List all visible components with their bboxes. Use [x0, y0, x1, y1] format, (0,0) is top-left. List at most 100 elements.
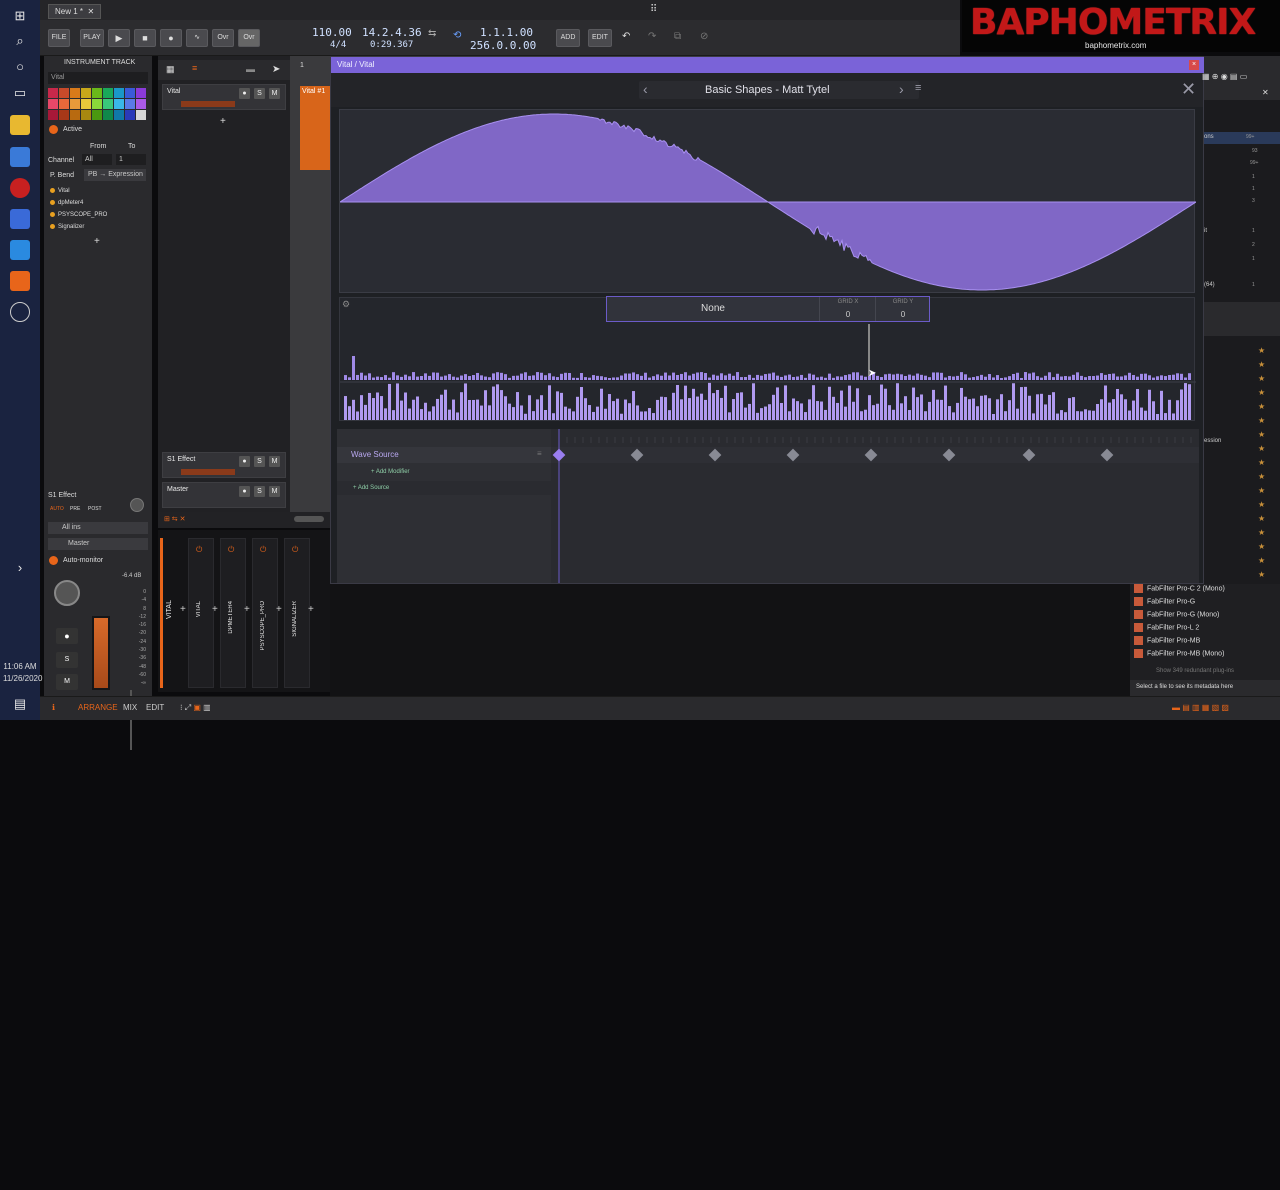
prev-preset-icon[interactable]: ‹ [643, 81, 648, 97]
harmonic-phase-bar[interactable] [460, 392, 463, 420]
harmonic-magnitude-bar[interactable] [1004, 377, 1007, 380]
harmonic-magnitude-bar[interactable] [600, 376, 603, 380]
harmonic-magnitude-bar[interactable] [732, 376, 735, 380]
harmonic-magnitude-bar[interactable] [492, 373, 495, 380]
favorite-star-icon[interactable]: ★ [1258, 416, 1265, 425]
harmonic-phase-bar[interactable] [512, 407, 515, 420]
harmonic-magnitude-bar[interactable] [668, 375, 671, 380]
harmonic-magnitude-bar[interactable] [376, 377, 379, 380]
notifications-icon[interactable]: ▤ [10, 694, 30, 714]
favorite-star-icon[interactable]: ★ [1258, 500, 1265, 509]
harmonic-magnitude-bar[interactable] [508, 378, 511, 380]
harmonic-magnitude-bar[interactable] [1172, 375, 1175, 380]
harmonic-magnitude-bar[interactable] [1168, 375, 1171, 380]
harmonic-magnitude-bar[interactable] [564, 373, 567, 380]
track-row-vital[interactable]: Vital ● S M [162, 84, 286, 110]
harmonic-phase-bar[interactable] [648, 408, 651, 420]
harmonic-magnitude-bar[interactable] [412, 372, 415, 380]
harmonic-magnitude-bar[interactable] [1020, 378, 1023, 380]
harmonic-magnitude-bar[interactable] [828, 374, 831, 380]
show-redundant-link[interactable]: Show 349 redundant plug-ins [1156, 668, 1234, 674]
favorite-star-icon[interactable]: ★ [1258, 472, 1265, 481]
redo-icon[interactable]: ↷ [648, 31, 656, 42]
harmonic-magnitude-bar[interactable] [712, 375, 715, 380]
harmonic-magnitude-bar[interactable] [544, 375, 547, 380]
play-mode-button[interactable]: PLAY [80, 29, 104, 47]
harmonic-phase-bar[interactable] [812, 385, 815, 420]
harmonic-magnitude-bar[interactable] [992, 377, 995, 380]
harmonic-phase-bar[interactable] [988, 398, 991, 420]
harmonic-magnitude-bar[interactable] [1144, 374, 1147, 380]
harmonic-magnitude-bar[interactable] [972, 377, 975, 380]
favorite-star-icon[interactable]: ★ [1258, 374, 1265, 383]
harmonic-magnitude-bar[interactable] [472, 375, 475, 380]
harmonic-magnitude-bar[interactable] [628, 374, 631, 380]
track-volume-slider[interactable] [181, 469, 235, 475]
pan-knob[interactable] [130, 498, 144, 512]
add-insert-icon[interactable]: + [180, 604, 186, 615]
favorite-star-icon[interactable]: ★ [1258, 570, 1265, 579]
solo-button[interactable]: S [56, 652, 78, 668]
add-insert-icon[interactable]: + [308, 604, 314, 615]
harmonic-magnitude-bar[interactable] [848, 374, 851, 380]
harmonic-magnitude-bar[interactable] [528, 376, 531, 380]
stop-icon[interactable]: ■ [134, 29, 156, 47]
harmonic-phase-bar[interactable] [1000, 394, 1003, 420]
harmonic-magnitude-bar[interactable] [556, 377, 559, 380]
overlay-type-select[interactable]: None [607, 297, 819, 321]
harmonic-phase-bar[interactable] [1140, 408, 1143, 420]
harmonic-phase-bar[interactable] [1012, 383, 1015, 420]
harmonic-phase-bar[interactable] [940, 400, 943, 420]
app-icon[interactable] [10, 209, 30, 229]
harmonic-magnitude-bar[interactable] [452, 377, 455, 380]
harmonic-phase-bar[interactable] [1104, 385, 1107, 420]
vivaldi-icon[interactable] [10, 178, 30, 198]
harmonic-magnitude-bar[interactable] [436, 373, 439, 380]
harmonic-magnitude-bar[interactable] [924, 376, 927, 380]
harmonic-magnitude-bar[interactable] [496, 372, 499, 380]
harmonic-magnitude-bar[interactable] [1148, 375, 1151, 380]
harmonic-phase-bar[interactable] [608, 394, 611, 420]
harmonic-magnitude-bar[interactable] [456, 377, 459, 380]
harmonic-magnitude-bar[interactable] [776, 376, 779, 380]
harmonic-phase-bar[interactable] [356, 411, 359, 420]
arrange-area[interactable]: 1 Vital #1 [290, 56, 330, 512]
keyframe-timeline[interactable] [551, 429, 1199, 583]
add-modifier-button[interactable]: + Add Modifier [371, 469, 410, 475]
harmonic-magnitude-bar[interactable] [716, 376, 719, 380]
harmonic-phase-bar[interactable] [1044, 404, 1047, 420]
loop-end[interactable]: 256.0.0.00 [470, 39, 536, 52]
harmonic-phase-bar[interactable] [836, 403, 839, 420]
harmonic-phase-bar[interactable] [344, 396, 347, 420]
harmonic-phase-bar[interactable] [392, 410, 395, 420]
mixer-strip[interactable]: PSYSCOPE_PRO ⏻ [252, 538, 278, 688]
harmonic-phase-bar[interactable] [480, 406, 483, 420]
device-item[interactable]: dpMeter4 [50, 200, 146, 211]
grid-handle-icon[interactable]: ⠿ [650, 4, 657, 15]
harmonic-phase-bar[interactable] [800, 403, 803, 420]
harmonic-phase-bar[interactable] [612, 401, 615, 420]
harmonic-magnitude-bar[interactable] [1188, 373, 1191, 380]
harmonic-magnitude-bar[interactable] [864, 377, 867, 380]
harmonic-magnitude-bar[interactable] [384, 375, 387, 380]
harmonic-magnitude-bar[interactable] [360, 373, 363, 380]
harmonic-magnitude-bar[interactable] [904, 376, 907, 380]
harmonic-magnitude-bar[interactable] [420, 376, 423, 380]
harmonic-magnitude-bar[interactable] [652, 376, 655, 380]
browser-toggle-icons[interactable]: ▬ ▤ ▥ ▦ ▧ ▨ [1172, 703, 1229, 712]
harmonic-magnitude-bar[interactable] [1060, 377, 1063, 380]
harmonic-magnitude-bar[interactable] [900, 374, 903, 380]
close-editor-icon[interactable]: ✕ [1181, 79, 1196, 100]
harmonic-phase-bar[interactable] [1064, 412, 1067, 420]
loop-icon[interactable]: ∿ [186, 29, 208, 47]
harmonic-magnitude-bar[interactable] [888, 374, 891, 380]
harmonic-magnitude-bar[interactable] [1044, 376, 1047, 380]
harmonic-phase-bar[interactable] [636, 405, 639, 420]
harmonic-magnitude-bar[interactable] [816, 377, 819, 380]
channel-from-select[interactable]: All [82, 154, 112, 165]
harmonic-magnitude-bar[interactable] [448, 374, 451, 380]
preset-selector[interactable]: ‹ Basic Shapes - Matt Tytel › [639, 81, 919, 99]
overdub-button[interactable]: Ovr [212, 29, 234, 47]
harmonic-magnitude-bar[interactable] [932, 372, 935, 380]
power-icon[interactable]: ⏻ [228, 545, 234, 555]
